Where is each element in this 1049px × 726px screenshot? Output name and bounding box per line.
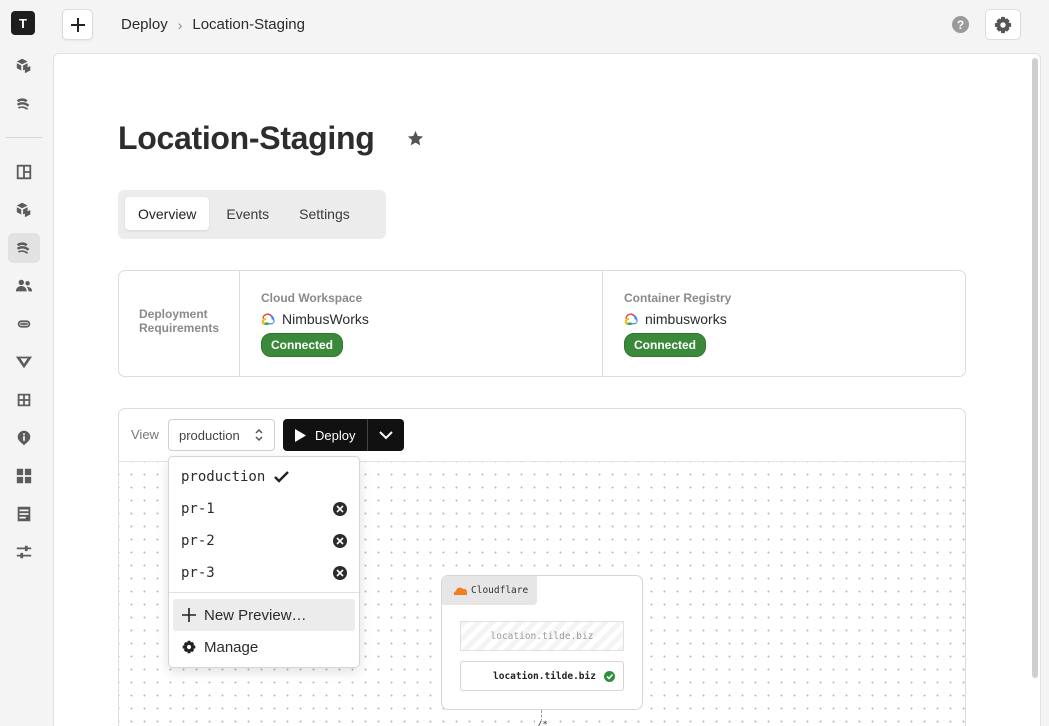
cloudflare-tag: Cloudflare xyxy=(442,576,537,605)
info-icon[interactable] xyxy=(8,423,40,453)
dashboard-icon[interactable] xyxy=(8,157,40,187)
sidebar-divider xyxy=(6,137,42,138)
google-cloud-icon xyxy=(261,313,275,325)
route-label: location.tilde.biz xyxy=(493,670,596,682)
docs-icon[interactable] xyxy=(8,499,40,529)
cloud-workspace-section: Cloud Workspace NimbusWorks Connected xyxy=(240,271,602,376)
env-option-production[interactable]: production xyxy=(181,465,351,489)
environment-select-value: production xyxy=(179,427,240,443)
sliders-icon[interactable] xyxy=(8,537,40,567)
deploy-toolbar: View production Deploy xyxy=(119,409,965,462)
cloud-workspace-value[interactable]: NimbusWorks xyxy=(282,311,369,327)
deploy-icon[interactable] xyxy=(8,89,40,119)
view-label: View xyxy=(131,427,159,442)
container-registry-section: Container Registry nimbusworks Connected xyxy=(602,271,965,376)
env-option-label: pr-3 xyxy=(181,565,215,581)
cloudflare-icon xyxy=(453,587,467,595)
scrollbar[interactable] xyxy=(1032,58,1038,678)
environment-dropdown: production pr-1 pr-2 pr-3 New Preview… M… xyxy=(168,456,360,668)
play-icon xyxy=(295,428,306,442)
deploy-icon[interactable] xyxy=(8,233,40,263)
tab-events[interactable]: Events xyxy=(213,197,282,230)
remove-preview-icon[interactable] xyxy=(333,566,347,580)
manage-label: Manage xyxy=(204,638,259,656)
cloudflare-node[interactable]: Cloudflare location.tilde.biz location.t… xyxy=(441,575,643,710)
env-option-pr-3[interactable]: pr-3 xyxy=(181,561,351,585)
team-icon[interactable] xyxy=(8,271,40,301)
vercel-icon[interactable] xyxy=(8,347,40,377)
google-cloud-icon xyxy=(624,313,638,325)
packages-icon[interactable] xyxy=(8,195,40,225)
route-item[interactable]: location.tilde.biz xyxy=(460,661,624,691)
help-icon[interactable]: ? xyxy=(952,16,969,33)
chevron-right-icon: › xyxy=(177,16,183,33)
gear-icon xyxy=(182,640,196,654)
gear-icon xyxy=(994,16,1012,33)
deploy-button-label: Deploy xyxy=(315,427,356,443)
dropdown-divider xyxy=(169,592,359,593)
tab-bar: Overview Events Settings xyxy=(118,190,386,239)
env-option-label: pr-1 xyxy=(181,501,215,517)
requirements-label: Deployment Requirements xyxy=(119,271,240,376)
remove-preview-icon[interactable] xyxy=(333,502,347,516)
integration-icon[interactable] xyxy=(8,385,40,415)
breadcrumb-current: Location-Staging xyxy=(192,16,305,33)
environment-select[interactable]: production xyxy=(168,419,275,451)
env-option-pr-2[interactable]: pr-2 xyxy=(181,529,351,553)
status-badge: Connected xyxy=(624,333,707,357)
env-option-label: pr-2 xyxy=(181,533,215,549)
manage-button[interactable]: Manage xyxy=(173,631,355,663)
star-icon[interactable] xyxy=(407,130,424,147)
cloud-workspace-title: Cloud Workspace xyxy=(261,291,363,305)
page-title: Location-Staging xyxy=(118,120,375,156)
deploy-button-group: Deploy xyxy=(283,419,404,451)
new-preview-button[interactable]: New Preview… xyxy=(173,599,355,631)
breadcrumb-parent[interactable]: Deploy xyxy=(121,16,168,33)
path-label: /* xyxy=(535,720,550,726)
check-icon xyxy=(274,471,290,483)
container-registry-value[interactable]: nimbusworks xyxy=(645,311,727,327)
plus-icon xyxy=(182,608,196,622)
apps-icon[interactable] xyxy=(8,461,40,491)
breadcrumb: Deploy › Location-Staging xyxy=(121,16,305,33)
deploy-button[interactable]: Deploy xyxy=(283,419,368,451)
chevron-down-icon xyxy=(379,430,393,439)
check-circle-icon xyxy=(604,671,615,682)
env-option-pr-1[interactable]: pr-1 xyxy=(181,497,351,521)
tab-settings[interactable]: Settings xyxy=(286,197,363,230)
ghost-route: location.tilde.biz xyxy=(460,621,624,651)
sidebar: T xyxy=(0,0,48,726)
tab-overview[interactable]: Overview xyxy=(125,197,210,230)
deploy-options-button[interactable] xyxy=(368,419,404,451)
settings-button[interactable] xyxy=(985,9,1021,40)
cloudflare-label: Cloudflare xyxy=(471,585,529,596)
create-button[interactable] xyxy=(62,9,93,40)
packages-icon[interactable] xyxy=(8,51,40,81)
container-registry-title: Container Registry xyxy=(624,291,732,305)
remove-preview-icon[interactable] xyxy=(333,534,347,548)
new-preview-label: New Preview… xyxy=(204,606,307,624)
env-option-label: production xyxy=(181,469,266,485)
workspace-avatar[interactable]: T xyxy=(11,11,35,35)
chevron-up-down-icon xyxy=(255,428,263,442)
status-badge: Connected xyxy=(261,333,344,357)
link-icon[interactable] xyxy=(8,309,40,339)
deployment-requirements-card: Deployment Requirements Cloud Workspace … xyxy=(118,270,966,377)
plus-icon xyxy=(70,17,85,32)
